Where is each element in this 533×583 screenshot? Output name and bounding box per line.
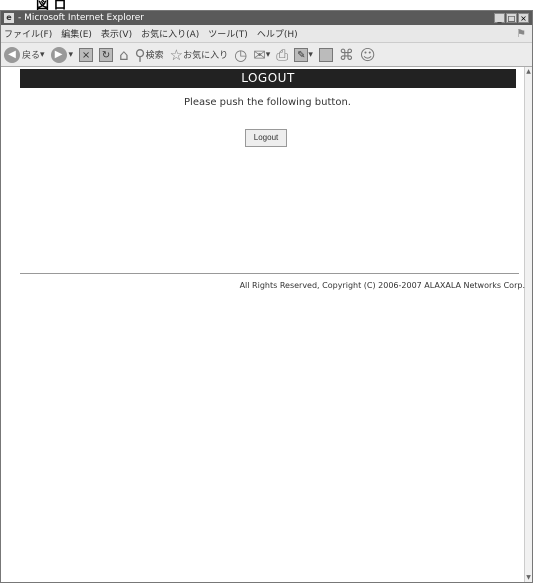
search-icon: ⚲ [134,45,146,64]
favorites-label: お気に入り [183,51,229,61]
windows-flag-icon: ⚑ [516,27,526,40]
refresh-button[interactable]: ↻ [99,47,114,62]
research-icon: ⌘ [338,45,354,64]
menu-help[interactable]: ヘルプ(H) [257,27,298,40]
discuss-button[interactable] [318,47,333,62]
menu-bar: ファイル(F) 編集(E) 表示(V) お気に入り(A) ツール(T) ヘルプ(… [1,25,532,43]
chevron-down-icon: ▾ [68,49,74,60]
edit-button[interactable]: ✎ ▾ [294,47,313,62]
history-button[interactable]: ◷ [234,47,247,63]
stop-icon: × [79,47,94,62]
forward-arrow-icon: ▶ [50,46,67,63]
home-button[interactable]: ⌂ [119,47,129,63]
divider [20,273,519,274]
back-button[interactable]: ◀ 戻る ▾ [4,46,45,63]
messenger-button[interactable]: ☺ [360,47,376,63]
chevron-down-icon: ▾ [265,49,271,60]
print-button[interactable]: ⎙ [276,47,288,63]
menu-view[interactable]: 表示(V) [101,27,132,40]
history-icon: ◷ [234,45,248,64]
chevron-down-icon: ▾ [40,49,45,60]
mail-icon: ✉ [253,45,266,64]
search-label: 検索 [145,51,164,61]
forward-button[interactable]: ▶ ▾ [50,46,74,63]
research-button[interactable]: ⌘ [339,47,354,63]
window-title: - Microsoft Internet Explorer [18,13,144,23]
star-icon: ☆ [169,45,184,64]
instruction-text: Please push the following button. [184,97,351,108]
close-button[interactable]: × [518,13,529,23]
minimize-button[interactable]: _ [494,13,505,23]
copyright-footer: All Rights Reserved, Copyright (C) 2006-… [239,281,525,290]
favorites-button[interactable]: ☆ お気に入り [170,47,228,63]
mail-button[interactable]: ✉ ▾ [253,47,270,63]
chevron-down-icon: ▾ [308,49,313,60]
print-icon: ⎙ [276,45,289,64]
home-icon: ⌂ [119,45,129,64]
edit-icon: ✎ [294,47,309,62]
menu-file[interactable]: ファイル(F) [4,27,52,40]
refresh-icon: ↻ [99,47,114,62]
scroll-down-icon[interactable]: ▼ [525,574,532,581]
logout-banner: LOGOUT [20,69,516,88]
window-controls: _ □ × [494,13,529,23]
back-label: 戻る [22,51,41,61]
maximize-button[interactable]: □ [506,13,517,23]
toolbar: ◀ 戻る ▾ ▶ ▾ × ↻ ⌂ ⚲ 検索 ☆ お気に入り ◷ ✉ ▾ ⎙ ✎ … [1,43,532,67]
discuss-icon [318,47,333,62]
vertical-scrollbar[interactable]: ▲ ▼ [524,67,532,582]
menu-tools[interactable]: ツール(T) [208,27,248,40]
messenger-icon: ☺ [359,45,376,64]
logout-button[interactable]: Logout [245,129,287,147]
search-button[interactable]: ⚲ 検索 [135,47,164,63]
browser-window: e - Microsoft Internet Explorer _ □ × ファ… [0,10,533,583]
menu-favorites[interactable]: お気に入り(A) [141,27,199,40]
back-arrow-icon: ◀ [4,46,20,63]
menu-edit[interactable]: 編集(E) [61,27,92,40]
title-bar: e - Microsoft Internet Explorer _ □ × [1,11,532,25]
stop-button[interactable]: × [79,47,94,62]
scroll-up-icon[interactable]: ▲ [525,68,532,75]
ie-icon: e [4,13,14,23]
